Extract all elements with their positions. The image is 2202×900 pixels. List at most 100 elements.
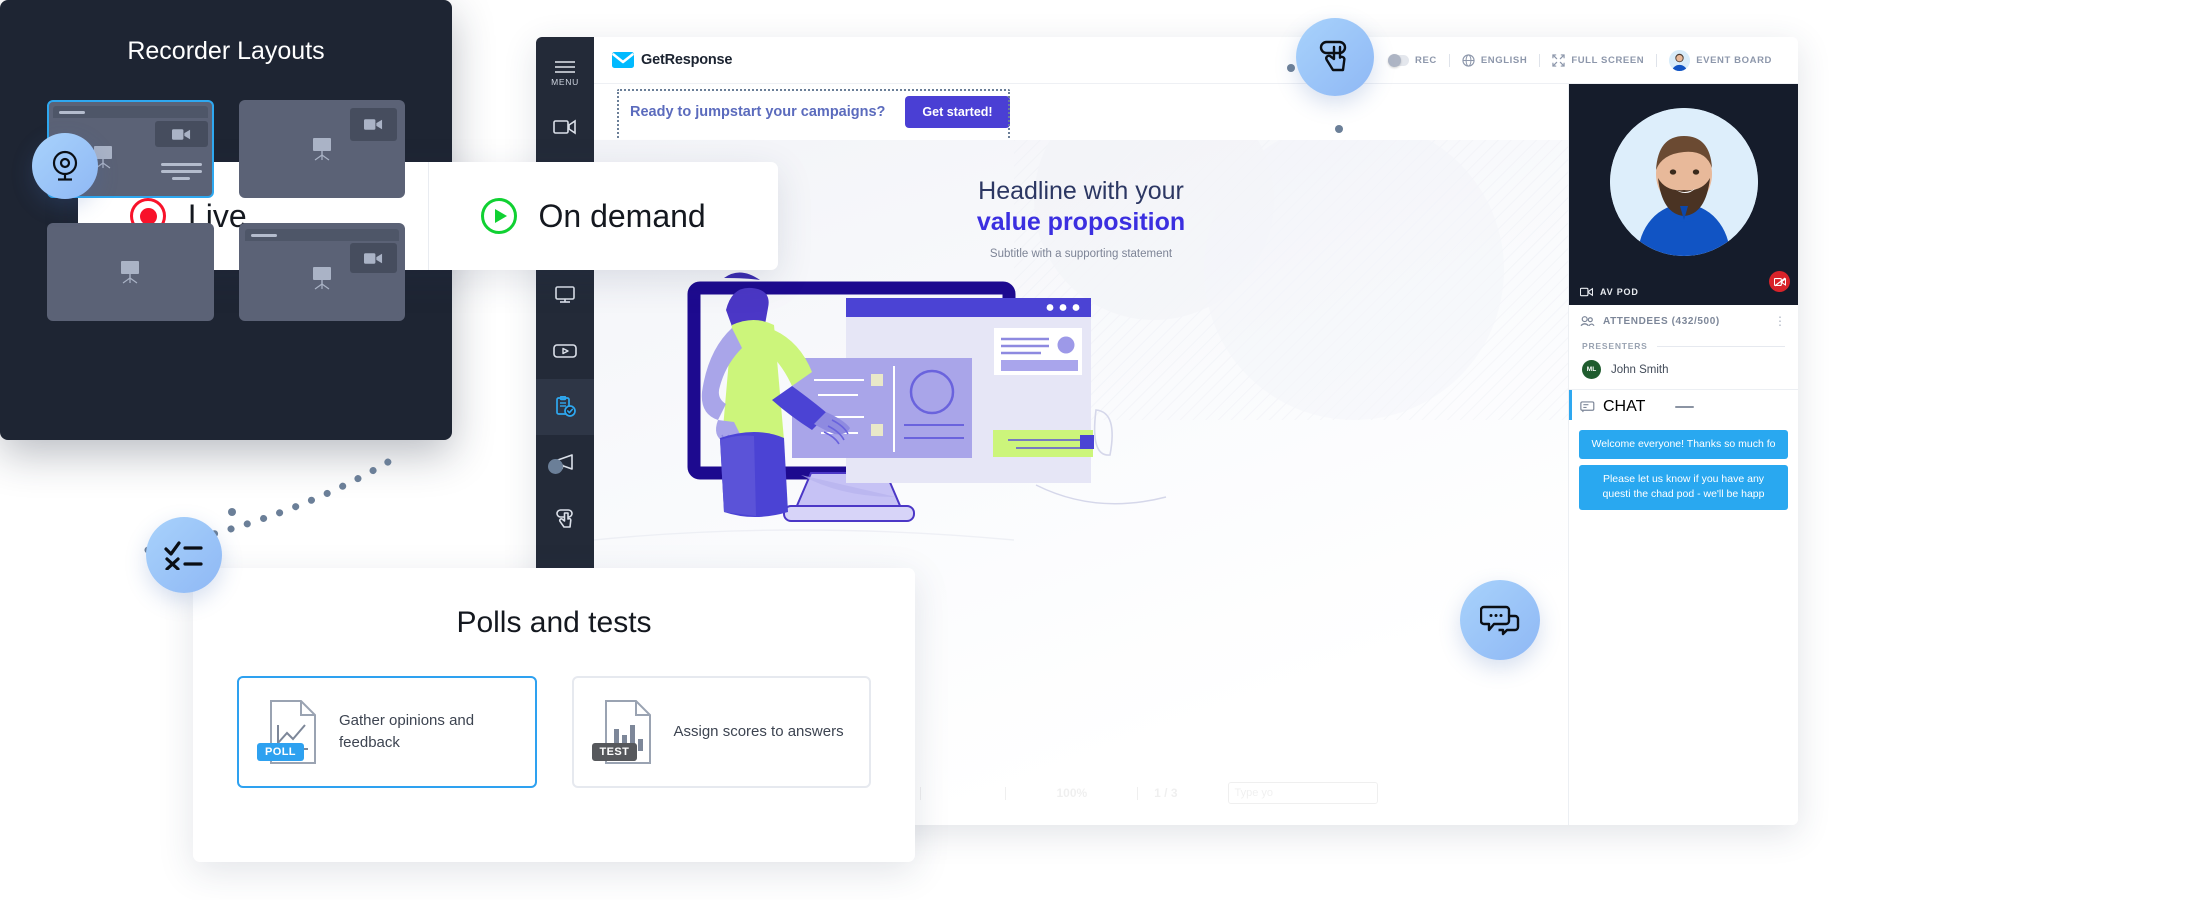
active-indicator	[1569, 390, 1572, 420]
avatar	[1669, 49, 1691, 71]
divider	[920, 786, 922, 800]
hero-illustration	[687, 272, 1167, 522]
chat-message: Welcome everyone! Thanks so much fo	[1579, 430, 1788, 460]
divider-line	[1656, 345, 1785, 347]
language-label: ENGLISH	[1480, 54, 1528, 66]
path-dot	[1335, 125, 1343, 133]
chat-message: Please let us know if you have any quest…	[1579, 465, 1788, 510]
test-tag: TEST	[591, 743, 638, 761]
polls-options-row: POLL Gather opinions and feedback TEST A…	[193, 640, 915, 788]
divider	[1137, 786, 1139, 800]
sidebar-item-menu[interactable]: MENU	[536, 47, 594, 99]
tap-badge[interactable]	[1296, 18, 1374, 96]
layout-screen-only[interactable]	[47, 223, 214, 321]
next-arrow-icon[interactable]	[1194, 784, 1212, 802]
polls-card-title: Polls and tests	[456, 606, 652, 639]
rec-label: REC	[1415, 54, 1437, 66]
chat-icon	[1580, 401, 1595, 413]
layout-camera-slot	[155, 121, 208, 147]
attendees-header[interactable]: ATTENDEES (432/500) ⋮	[1569, 305, 1798, 337]
test-option-text: Assign scores to answers	[673, 723, 844, 741]
chat-header[interactable]: CHAT	[1569, 389, 1798, 424]
presenter-video-tile	[1569, 84, 1798, 279]
poll-option-text: Gather opinions and feedback	[339, 712, 475, 751]
poll-document-icon: POLL	[257, 699, 321, 765]
screen-icon	[121, 261, 140, 284]
av-pod-label: AV POD	[1600, 287, 1639, 297]
play-box-icon	[553, 344, 577, 358]
on-demand-option[interactable]: On demand	[429, 162, 779, 270]
test-option[interactable]: TEST Assign scores to answers	[571, 676, 871, 788]
event-board-label: EVENT BOARD	[1696, 54, 1772, 66]
page-indicator: 1 / 3	[1154, 786, 1178, 800]
chat-message-list: Welcome everyone! Thanks so much fo Plea…	[1569, 424, 1798, 516]
layout-titlebar	[244, 229, 399, 241]
layout-titled-screen-with-pip-camera[interactable]	[238, 223, 405, 321]
path-dot	[1287, 64, 1295, 72]
attendees-icon	[1580, 316, 1595, 327]
video-camera-icon	[364, 119, 383, 130]
on-demand-label: On demand	[538, 197, 706, 234]
poll-option[interactable]: POLL Gather opinions and feedback	[237, 676, 537, 788]
camera-off-icon	[1773, 276, 1786, 286]
get-started-button[interactable]: Get started!	[905, 96, 1010, 128]
chat-badge[interactable]	[1460, 580, 1540, 660]
divider	[1005, 786, 1007, 800]
presenter-initials: ML	[1582, 360, 1601, 379]
fullscreen-button[interactable]: FULL SCREEN	[1540, 53, 1656, 67]
brand-name: GetResponse	[641, 52, 733, 68]
webcam-badge[interactable]	[32, 133, 98, 199]
webcam-icon	[52, 150, 78, 181]
rec-toggle-item[interactable]: REC	[1376, 53, 1449, 67]
attendees-menu-icon[interactable]: ⋮	[1774, 314, 1787, 328]
app-topbar: GetResponse REC ENGLISH FULL SCREEN EVEN…	[594, 37, 1798, 84]
test-document-icon: TEST	[591, 699, 656, 765]
monitor-share-icon	[555, 286, 575, 303]
language-selector[interactable]: ENGLISH	[1450, 53, 1539, 67]
quiz-badge[interactable]	[146, 517, 222, 593]
notification-bar: Ready to jumpstart your campaigns? Get s…	[594, 84, 1568, 169]
eye-icon[interactable]	[937, 784, 955, 802]
sidebar-item-screen-share[interactable]	[536, 267, 594, 323]
presenters-divider: PRESENTERS	[1569, 337, 1798, 353]
layout-screen-with-pip-camera[interactable]	[238, 100, 405, 198]
rec-toggle-switch[interactable]	[1388, 53, 1410, 67]
zoom-level: 100%	[1056, 786, 1088, 800]
presenters-label: PRESENTERS	[1582, 341, 1648, 351]
video-camera-icon	[1580, 287, 1593, 297]
hand-tap-icon	[1319, 40, 1347, 72]
screen-icon	[312, 138, 331, 161]
topbar-actions: REC ENGLISH FULL SCREEN EVENT BOARD	[1376, 49, 1798, 71]
checklist-icon	[164, 541, 203, 570]
layout-titlebar	[53, 106, 208, 118]
video-camera-icon	[364, 252, 383, 264]
path-dot	[228, 508, 236, 516]
export-icon[interactable]	[971, 784, 989, 802]
play-icon	[480, 198, 517, 234]
presenter-avatar	[1609, 107, 1758, 256]
getresponse-logo-icon	[612, 52, 634, 68]
poll-tag: POLL	[257, 743, 304, 761]
av-pod-bar: AV POD	[1569, 271, 1798, 305]
attendees-label: ATTENDEES (432/500)	[1603, 315, 1720, 327]
brand: GetResponse	[612, 52, 732, 68]
event-board-button[interactable]: EVENT BOARD	[1657, 49, 1784, 71]
presenter-list-item[interactable]: ML John Smith	[1569, 353, 1798, 389]
camera-off-button[interactable]	[1769, 271, 1790, 292]
sidebar-item-camera[interactable]	[536, 99, 594, 155]
connector-endpoint	[548, 459, 563, 474]
chat-bubbles-icon	[1480, 605, 1520, 636]
sidebar-menu-label: MENU	[551, 76, 579, 87]
chat-label: CHAT	[1603, 398, 1646, 415]
plus-icon[interactable]	[1022, 784, 1040, 802]
minus-icon[interactable]	[1103, 784, 1121, 802]
layout-pip-camera	[350, 243, 397, 273]
fullscreen-icon	[1552, 53, 1565, 67]
layout-text-slot	[155, 150, 208, 192]
screenshot-root: MENU GetResponse REC ENGLISH FULL SCREEN…	[0, 0, 2202, 900]
screen-icon	[312, 267, 331, 290]
chat-collapse-handle[interactable]	[1675, 405, 1695, 409]
recorder-layouts-title: Recorder Layouts	[127, 37, 325, 65]
video-camera-icon	[553, 119, 576, 135]
chat-compose-input[interactable]: Type yo	[1227, 782, 1378, 804]
